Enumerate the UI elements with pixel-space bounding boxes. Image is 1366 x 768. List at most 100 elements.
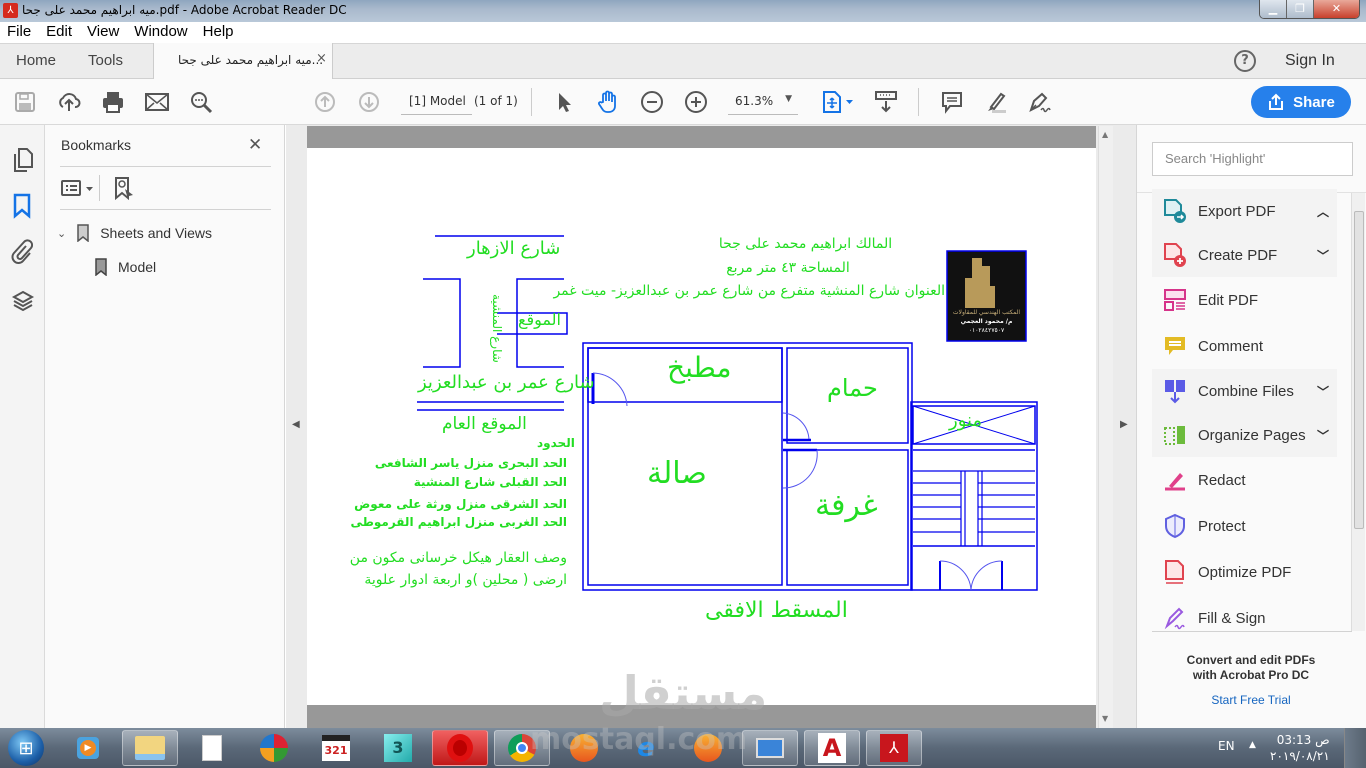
start-free-trial-link[interactable]: Start Free Trial	[1136, 693, 1366, 707]
scroll-mode-icon[interactable]	[873, 89, 899, 115]
prev-page-icon[interactable]	[312, 89, 338, 115]
tool-label: Export PDF	[1198, 202, 1276, 220]
comment-icon[interactable]	[939, 89, 965, 115]
bookmark-model[interactable]: Model	[94, 258, 156, 276]
bookmarks-icon[interactable]	[12, 193, 32, 223]
chevron-down-icon[interactable]: ⌄	[57, 227, 66, 240]
scroll-down-icon[interactable]: ▼	[1102, 714, 1108, 723]
taskbar-3ds-max[interactable]: 3	[370, 730, 426, 766]
taskbar-acrobat-reader[interactable]: ⅄	[866, 730, 922, 766]
windows-logo-icon: ⊞	[8, 730, 44, 766]
fit-page-icon[interactable]	[818, 89, 856, 115]
menu-view[interactable]: View	[80, 22, 127, 43]
taskbar-media-player-classic[interactable]: 321	[308, 730, 364, 766]
layers-icon[interactable]	[11, 289, 35, 317]
start-button[interactable]: ⊞	[6, 730, 46, 766]
close-window-button[interactable]: ✕	[1314, 0, 1359, 18]
page-count: (1 of 1)	[474, 94, 518, 108]
zoom-in-icon[interactable]	[683, 89, 709, 115]
print-icon[interactable]	[100, 89, 126, 115]
chevron-down-icon[interactable]: ﹀	[1317, 383, 1329, 400]
tool-protect[interactable]: Protect	[1152, 504, 1337, 548]
search-zoom-icon[interactable]	[188, 89, 214, 115]
email-icon[interactable]	[144, 89, 170, 115]
collapse-right-panel-icon[interactable]: ▶	[1120, 419, 1128, 430]
hand-tool-icon[interactable]	[595, 89, 621, 115]
chevron-down-icon[interactable]: ﹀	[1317, 427, 1329, 444]
close-panel-icon[interactable]: ✕	[248, 135, 262, 155]
boundary-south: الحد القبلى شارع المنشية	[413, 475, 567, 489]
zoom-level-select[interactable]: 61.3% ▼	[728, 91, 798, 115]
tab-document[interactable]: ميه ابراهيم محمد على جحا... ×	[153, 43, 333, 80]
taskbar-blank-document[interactable]	[184, 730, 240, 766]
bookmark-options-button[interactable]	[61, 178, 97, 204]
upload-cloud-icon[interactable]	[56, 89, 82, 115]
scrollbar-thumb[interactable]	[1354, 211, 1364, 529]
language-indicator[interactable]: EN	[1218, 739, 1235, 753]
promo-line: with Acrobat Pro DC	[1192, 668, 1310, 682]
zoom-out-icon[interactable]	[639, 89, 665, 115]
tools-search-input[interactable]: Search 'Highlight'	[1152, 142, 1353, 176]
restore-button[interactable]: ❐	[1287, 0, 1314, 18]
tool-label: Fill & Sign	[1198, 609, 1266, 627]
taskbar-on-screen-keyboard[interactable]	[742, 730, 798, 766]
sign-icon[interactable]	[1027, 89, 1053, 115]
menu-window[interactable]: Window	[127, 22, 195, 43]
chevron-down-icon[interactable]: ﹀	[1317, 247, 1329, 264]
tab-tools[interactable]: Tools	[88, 52, 123, 69]
scroll-up-icon[interactable]: ▲	[1102, 130, 1108, 139]
bookmark-sheets-and-views[interactable]: ⌄ Sheets and Views	[57, 224, 212, 242]
tool-optimize-pdf[interactable]: Optimize PDF	[1152, 550, 1337, 594]
document-scrollbar[interactable]: ▲ ▼	[1098, 126, 1113, 728]
share-button[interactable]: Share	[1251, 86, 1351, 118]
next-page-icon[interactable]	[356, 89, 382, 115]
tool-fill-sign[interactable]: Fill & Sign	[1152, 596, 1337, 640]
tool-label: Edit PDF	[1198, 291, 1259, 309]
taskbar-app-installer[interactable]	[246, 730, 302, 766]
show-hidden-icons[interactable]: ▲	[1249, 740, 1256, 750]
tool-label: Comment	[1198, 337, 1264, 355]
taskbar: ⊞ ▶ 321 3 e A ⅄ mostaql.com EN ▲ 03:13 ص…	[0, 722, 1366, 768]
stair-rail	[960, 471, 983, 546]
tools-scrollbar[interactable]	[1351, 193, 1365, 631]
page-number-input[interactable]: [1] Model	[401, 91, 472, 115]
tool-redact[interactable]: Redact	[1152, 458, 1337, 502]
taskbar-opera[interactable]	[432, 730, 488, 766]
tool-organize-pages[interactable]: Organize Pages ﹀	[1152, 413, 1337, 457]
menu-help[interactable]: Help	[196, 22, 242, 43]
menu-edit[interactable]: Edit	[39, 22, 80, 43]
tab-home[interactable]: Home	[16, 52, 56, 69]
system-clock[interactable]: 03:13 ص ٢٠١٩/٠٨/٢١	[1270, 732, 1330, 764]
save-icon[interactable]	[12, 89, 38, 115]
highlight-icon[interactable]	[983, 89, 1009, 115]
window-title: ميه ابراهيم محمد على جحا.pdf - Adobe Acr…	[22, 3, 347, 17]
taskbar-media-player[interactable]: ▶	[60, 730, 116, 766]
add-bookmark-icon[interactable]	[113, 176, 135, 204]
taskbar-autocad[interactable]: A	[804, 730, 860, 766]
watermark: مستقل	[599, 666, 768, 720]
attachments-icon[interactable]	[11, 239, 34, 269]
area-line: المساحة ٤٣ متر مربع	[726, 260, 850, 276]
show-desktop-button[interactable]	[1344, 728, 1366, 768]
boundary-north: الحد البحرى منزل ياسر الشافعى	[374, 456, 567, 470]
chevron-up-icon[interactable]: ︿	[1317, 203, 1329, 220]
tool-export-pdf[interactable]: Export PDF ︿	[1152, 189, 1337, 233]
door-swing	[939, 560, 1003, 591]
tool-comment[interactable]: Comment	[1152, 324, 1337, 368]
sign-in-link[interactable]: Sign In	[1285, 52, 1335, 70]
taskbar-file-explorer[interactable]	[122, 730, 178, 766]
page-thumbnails-icon[interactable]	[11, 147, 35, 177]
tool-combine-files[interactable]: Combine Files ﹀	[1152, 369, 1337, 413]
combine-files-icon	[1162, 378, 1188, 404]
select-cursor-icon[interactable]	[551, 89, 577, 115]
collapse-left-panel-icon[interactable]: ◀	[292, 419, 300, 430]
tool-create-pdf[interactable]: Create PDF ﹀	[1152, 233, 1337, 277]
comment-tool-icon	[1162, 333, 1188, 359]
chevron-down-icon: ▼	[785, 94, 792, 104]
minimize-button[interactable]: ▁	[1260, 0, 1287, 18]
pdf-page: شارع الازهار شارع المنشية الموقع شارع عم…	[307, 148, 1096, 720]
menu-file[interactable]: File	[0, 22, 39, 43]
tool-edit-pdf[interactable]: Edit PDF	[1152, 278, 1337, 322]
close-tab-icon[interactable]: ×	[316, 51, 327, 66]
help-icon[interactable]: ?	[1234, 50, 1256, 72]
